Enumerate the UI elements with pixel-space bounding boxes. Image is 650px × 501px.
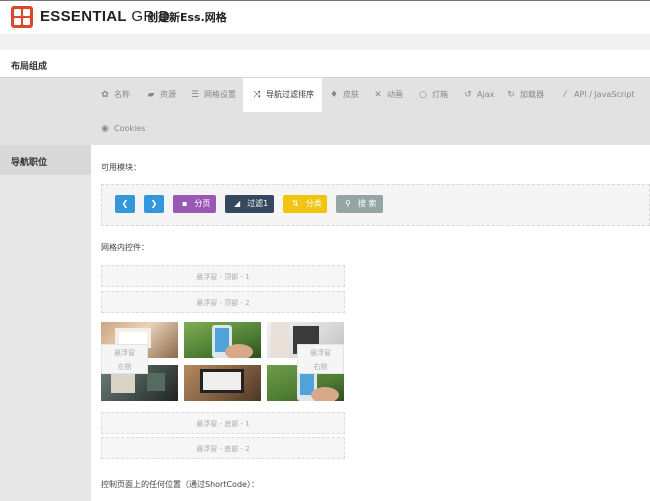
preview-image [184, 322, 261, 358]
drop-slot-bottom-1[interactable]: 悬浮窗 - 底部 - 1 [101, 412, 345, 434]
folder-icon: ▰ [147, 90, 155, 100]
undo-icon: ↺ [464, 90, 472, 100]
panel-title: 布局组成 [11, 62, 48, 72]
available-modules-area: ❮ ❯ ▪ 分页 ◢ 过滤1 ⇅ 分类 ⚲ 搜 索 [101, 184, 650, 226]
tab-name[interactable]: ✿ 名称 [99, 78, 139, 112]
tab-source[interactable]: ▰ 资源 [145, 78, 187, 112]
tab-grid-settings[interactable]: ☰ 网格设置 [189, 78, 243, 112]
sort-icon: ⇅ [292, 199, 299, 208]
page-title: 创建新Ess.网格 [147, 11, 227, 24]
top-bar: ESSENTIAL GRID 创建新Ess.网格 [0, 0, 650, 34]
drop-slot-top-2[interactable]: 悬浮窗 - 顶部 - 2 [101, 291, 345, 313]
chevron-left-icon: ❮ [121, 199, 129, 208]
tab-lightbox[interactable]: ○ 灯箱 [417, 78, 457, 112]
drop-slot-right[interactable]: 悬浮窗 右侧 [297, 344, 344, 374]
settings-tab-bar: ✿ 名称 ▰ 资源 ☰ 网格设置 ⤨ 导航过滤排序 ♦ 皮肤 ✕ 动画 ○ 灯箱 ↺ Ajax … [0, 77, 650, 145]
in-grid-controls-label: 网格内控件： [101, 243, 149, 252]
pagination-icon: ▪ [182, 199, 188, 208]
essential-grid-logo-icon [11, 6, 33, 28]
shortcode-label: 控制页面上的任何位置（通过ShortCode）： [101, 480, 259, 489]
drop-slot-bottom-2[interactable]: 悬浮窗 - 底部 - 2 [101, 437, 345, 459]
magic-wand-icon: ⁄ [564, 90, 566, 100]
gear-icon: ✿ [101, 90, 109, 100]
shuffle-icon: ⤨ [253, 90, 261, 100]
tab-loader[interactable]: ↻ 加载器 [505, 78, 553, 112]
preview-image [184, 365, 261, 401]
sidebar-item-nav-position[interactable]: 导航职位 [0, 145, 91, 175]
panel-header: 布局组成 [0, 50, 650, 77]
search-icon: ⚲ [345, 199, 351, 208]
sort-module[interactable]: ⇅ 分类 [283, 195, 327, 213]
tab-animation[interactable]: ✕ 动画 [372, 78, 412, 112]
pagination-module[interactable]: ▪ 分页 [173, 195, 216, 213]
chevron-right-icon: ❯ [150, 199, 158, 208]
prev-arrow-button[interactable]: ❮ [115, 195, 135, 213]
next-arrow-button[interactable]: ❯ [144, 195, 164, 213]
history-icon: ↻ [507, 90, 515, 100]
tab-cookies[interactable]: ◉ Cookies [99, 112, 159, 146]
search-module[interactable]: ⚲ 搜 索 [336, 195, 383, 213]
tools-icon: ✕ [374, 90, 382, 100]
main-content: 可用模块： ❮ ❯ ▪ 分页 ◢ 过滤1 ⇅ 分类 ⚲ 搜 索 网格内控件： 悬浮窗 -… [91, 145, 650, 501]
available-modules-label: 可用模块： [101, 163, 141, 172]
tab-skins[interactable]: ♦ 皮肤 [328, 78, 364, 112]
filter-module[interactable]: ◢ 过滤1 [225, 195, 274, 213]
drop-slot-left[interactable]: 悬浮窗 左侧 [101, 344, 148, 374]
tab-nav-filter-sort[interactable]: ⤨ 导航过滤排序 [243, 78, 322, 112]
drop-icon: ♦ [329, 90, 339, 100]
sidebar: 导航职位 [0, 145, 91, 501]
search-icon: ○ [419, 90, 427, 100]
tab-ajax[interactable]: ↺ Ajax [462, 78, 498, 112]
eye-icon: ◉ [101, 124, 109, 134]
tab-api-javascript[interactable]: ⁄ API / JavaScript [559, 78, 649, 112]
drop-slot-top-1[interactable]: 悬浮窗 - 顶部 - 1 [101, 265, 345, 287]
filter-icon: ◢ [234, 199, 241, 208]
list-icon: ☰ [190, 90, 200, 100]
